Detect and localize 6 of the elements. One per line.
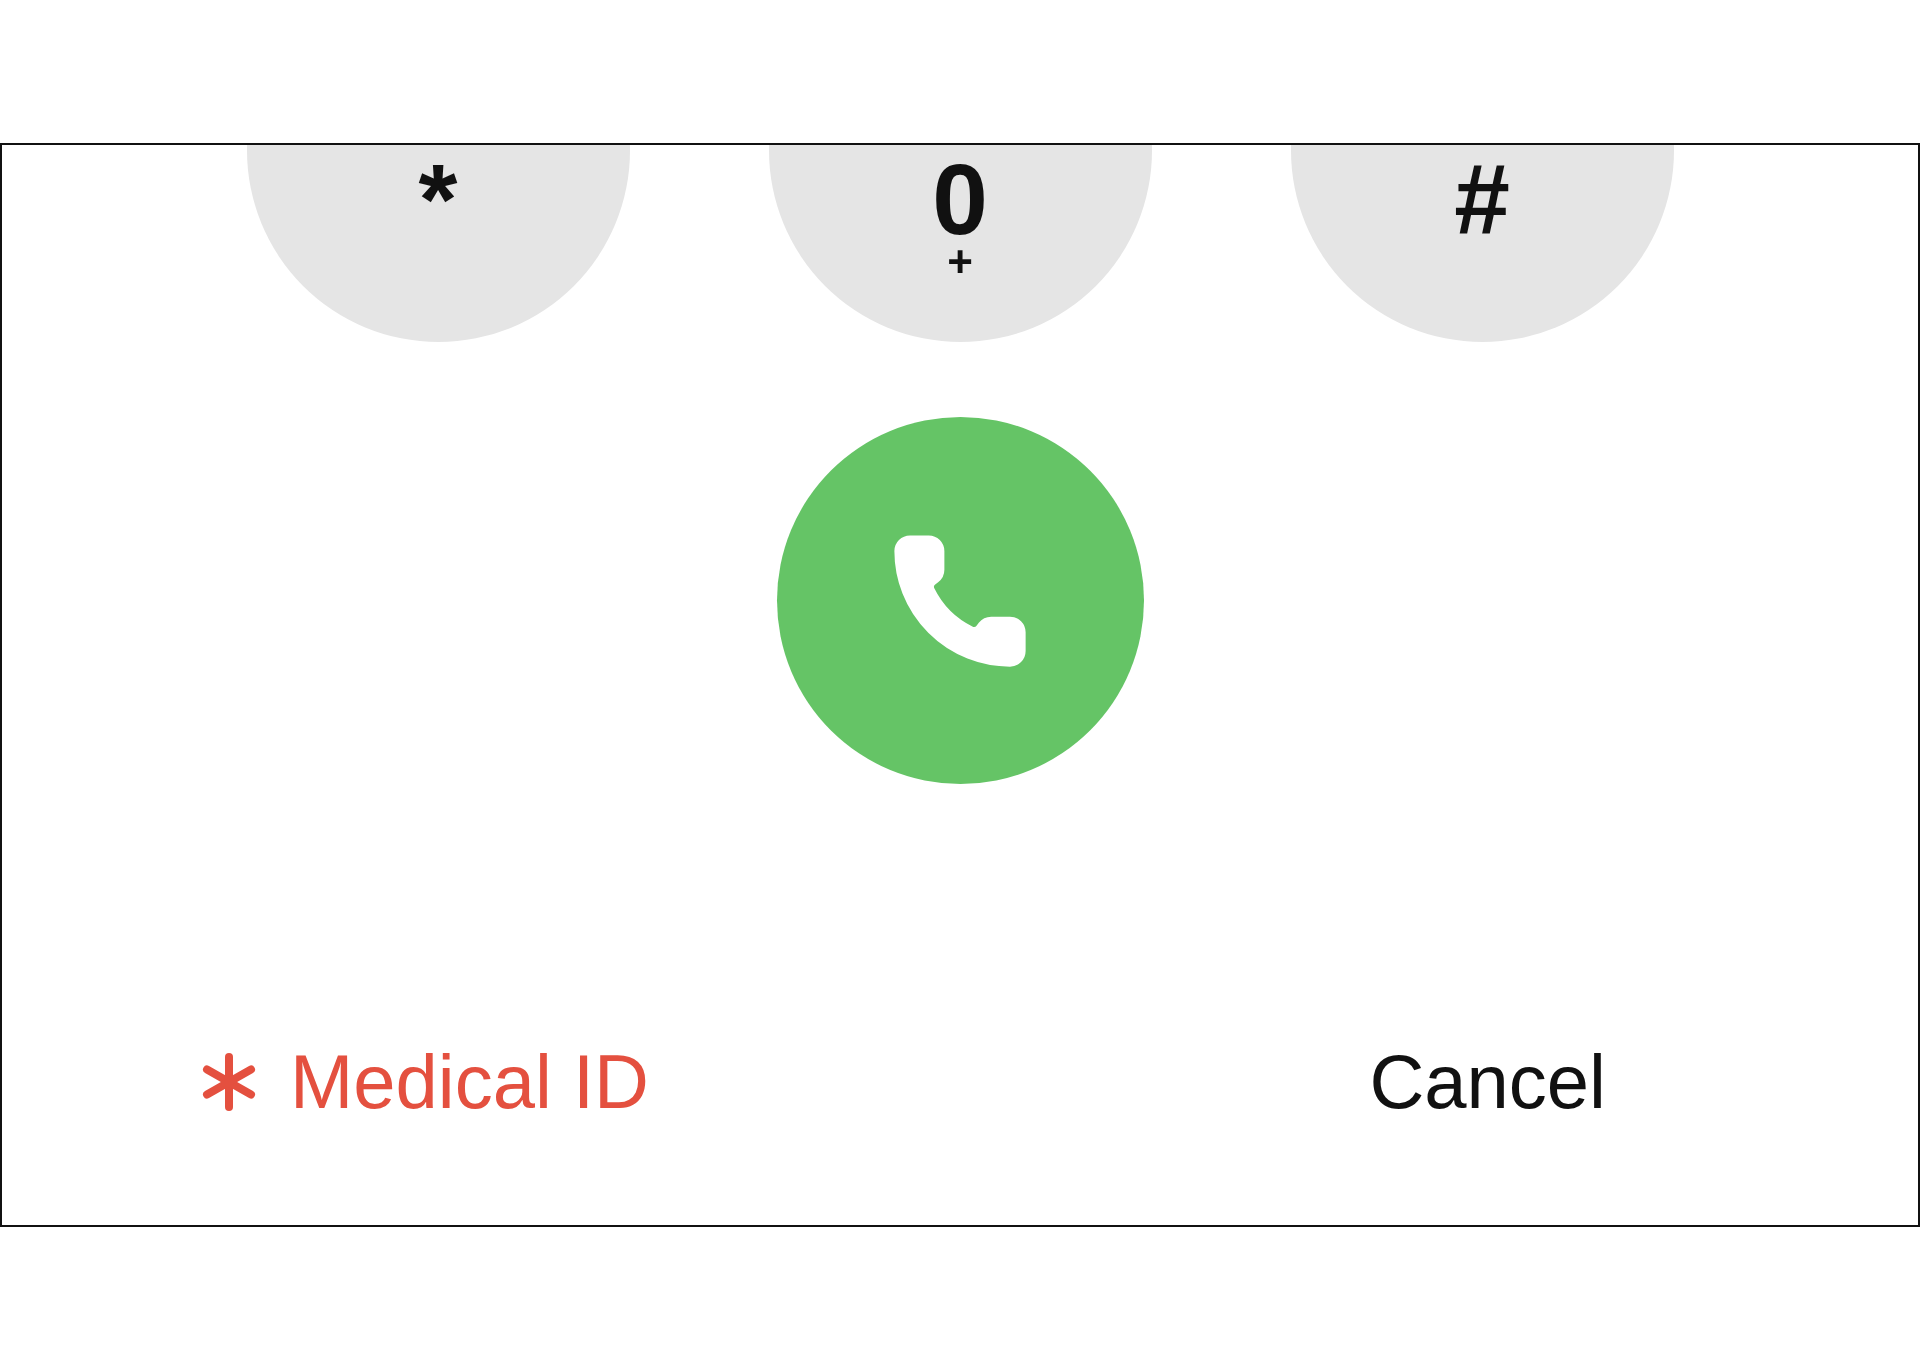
keypad-key[interactable]: #: [1290, 145, 1674, 342]
cancel-button[interactable]: Cancel: [1369, 1038, 1606, 1125]
keypad-key[interactable]: *: [246, 145, 630, 342]
medical-id-link[interactable]: Medical ID: [200, 1038, 649, 1125]
asterisk-icon: [200, 1052, 258, 1111]
keypad-key[interactable]: 0 +: [768, 145, 1152, 342]
